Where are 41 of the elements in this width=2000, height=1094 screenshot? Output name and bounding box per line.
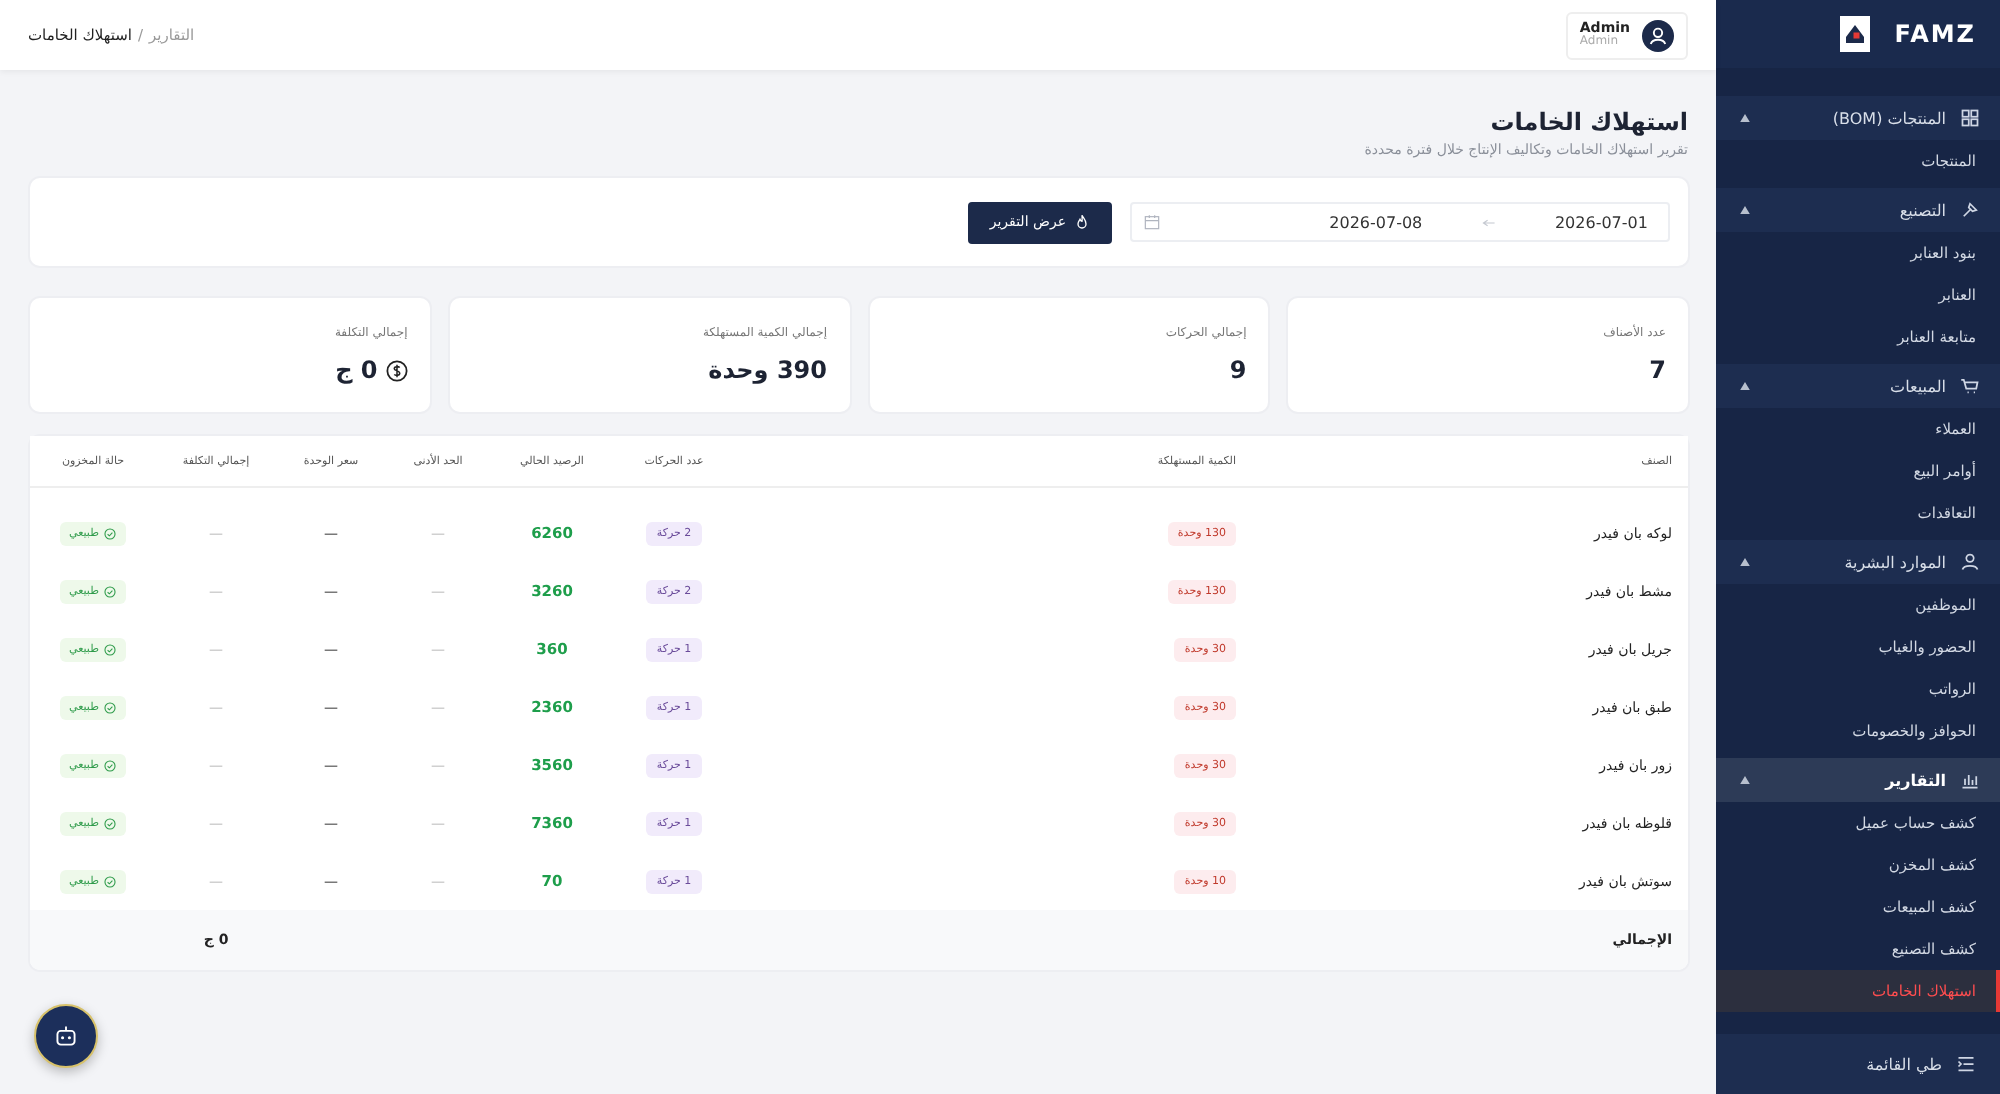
menu-section-icon	[1960, 108, 1980, 128]
collapse-menu-button[interactable]: طي القائمة	[1716, 1034, 2000, 1094]
stat-value: 0 ج	[335, 356, 378, 384]
caret-icon	[1740, 114, 1750, 122]
menu-section-icon	[1960, 376, 1980, 396]
sidebar-group[interactable]: المبيعات	[1716, 364, 2000, 408]
caret-icon	[1740, 206, 1750, 214]
check-circle-icon	[104, 585, 117, 597]
caret-icon	[1740, 776, 1750, 784]
check-circle-icon	[104, 643, 117, 655]
check-circle-icon	[104, 527, 117, 539]
calendar-icon	[1144, 214, 1160, 230]
menu-section-icon	[1960, 552, 1980, 572]
menu-icon	[1956, 1054, 1976, 1074]
sidebar-group[interactable]: المنتجات (BOM)	[1716, 96, 2000, 140]
sidebar-group[interactable]: التصنيع	[1716, 188, 2000, 232]
dollar-icon	[385, 359, 408, 381]
robot-icon	[54, 1024, 78, 1048]
logo-icon	[1840, 12, 1871, 56]
page-title: استهلاك الخامات	[1488, 108, 1688, 136]
stat-value: 9	[1229, 356, 1247, 384]
check-circle-icon	[104, 701, 117, 713]
stat-value: 7	[1649, 356, 1666, 384]
check-circle-icon	[104, 759, 117, 771]
brand-name: FAMZ	[1894, 20, 1976, 48]
arrow-icon	[1481, 217, 1496, 227]
menu-section-icon	[1960, 200, 1980, 220]
sidebar-group[interactable]: الموارد البشرية	[1716, 540, 2000, 584]
flame-icon	[1074, 214, 1090, 230]
sidebar-group[interactable]: التقارير	[1716, 758, 2000, 802]
stat-value: 390 وحدة	[708, 356, 827, 384]
avatar-icon	[1642, 19, 1674, 51]
check-circle-icon	[104, 817, 117, 829]
date-range-field[interactable]: 2026-07-08 2026-07-01	[1130, 202, 1670, 242]
start-date: 2026-07-01	[1554, 213, 1648, 231]
menu-section-icon	[1960, 770, 1980, 790]
check-circle-icon	[104, 875, 117, 887]
end-date: 2026-07-08	[1329, 213, 1423, 231]
caret-icon	[1740, 558, 1750, 566]
assistant-button[interactable]	[34, 1004, 98, 1068]
caret-icon	[1740, 382, 1750, 390]
